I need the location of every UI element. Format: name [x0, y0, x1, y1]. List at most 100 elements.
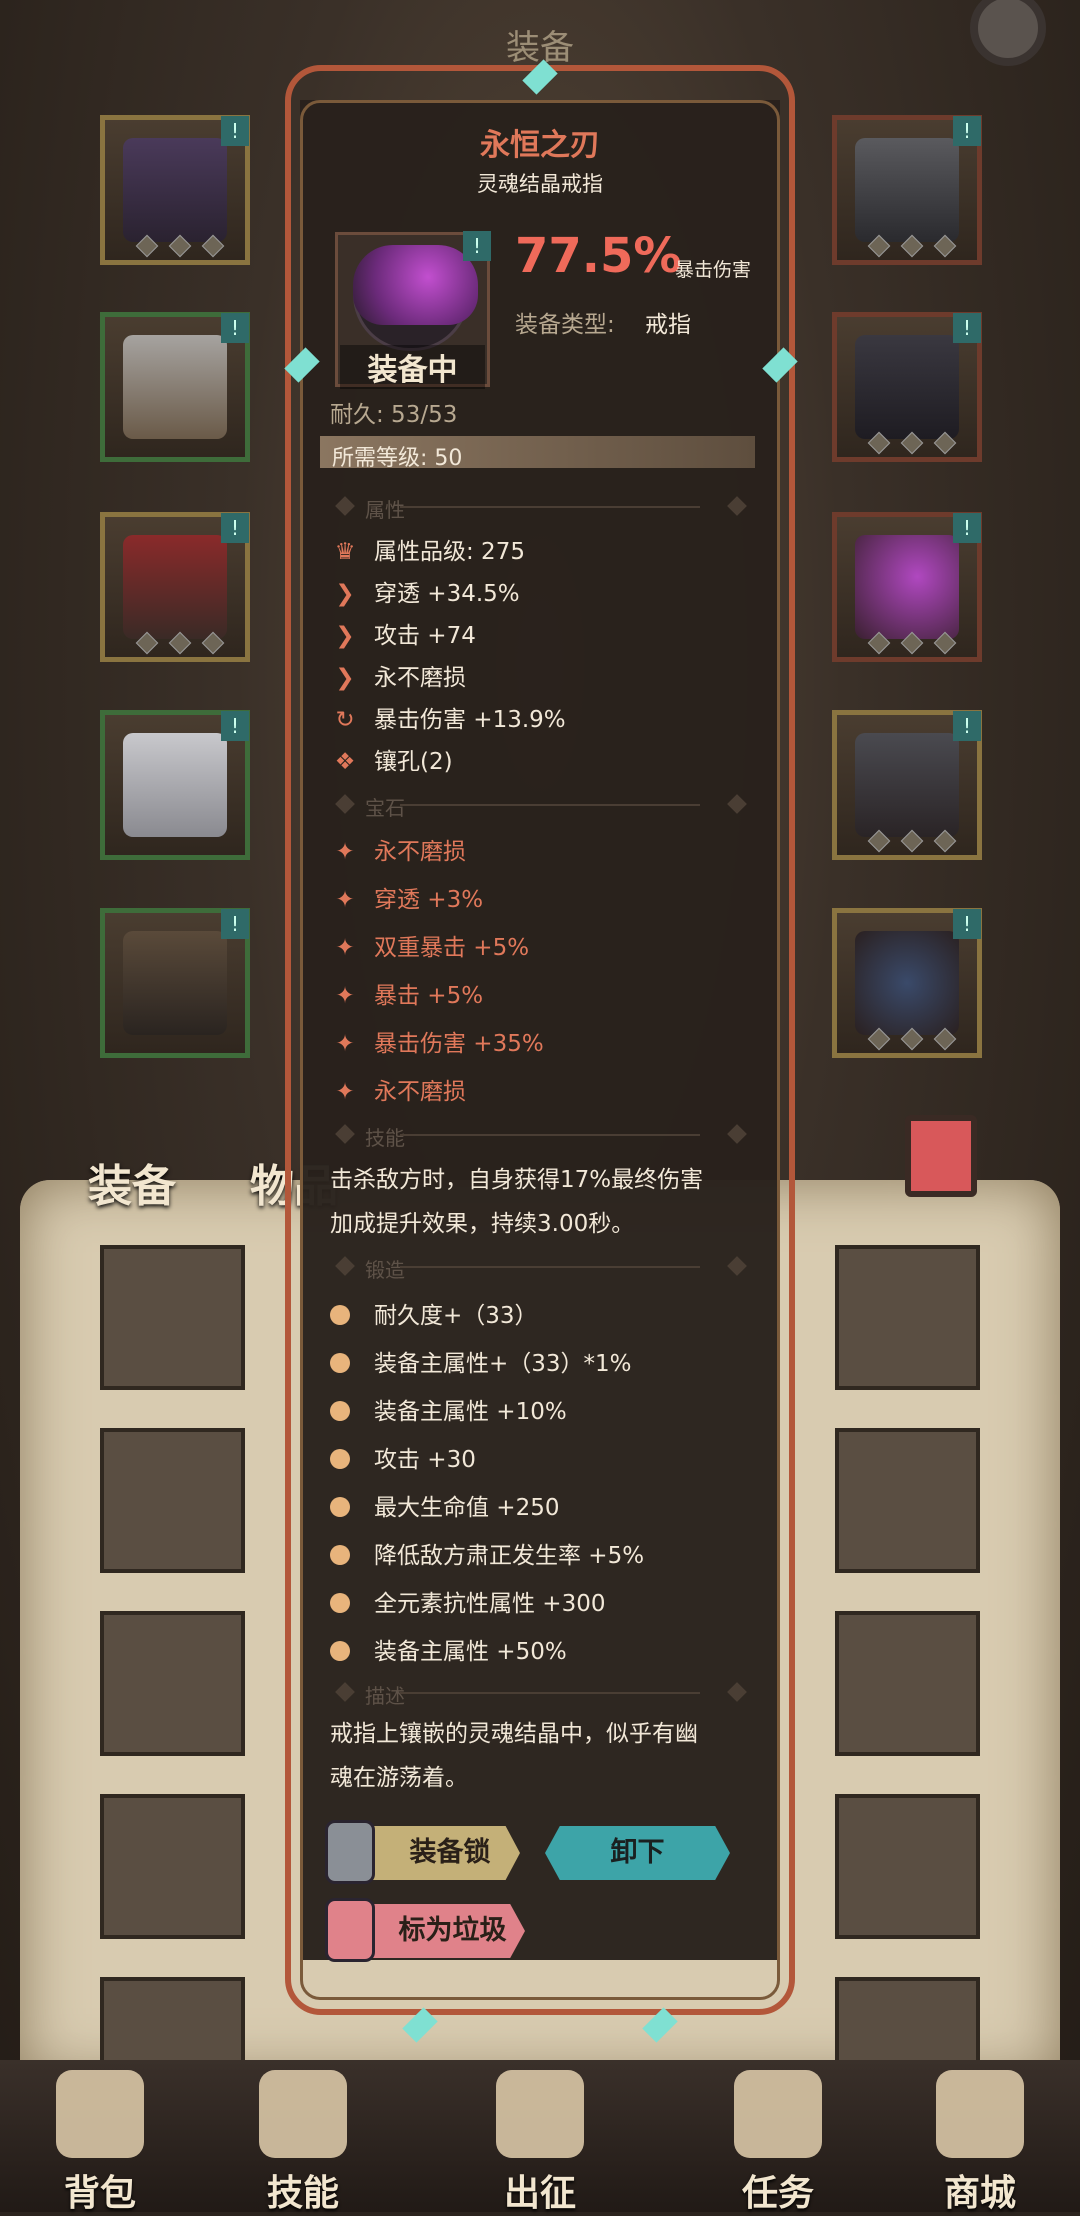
equip-slot-weapon[interactable]: ! [832, 710, 982, 860]
inventory-cell[interactable] [100, 1428, 245, 1573]
crown-icon: ♛ [334, 539, 356, 565]
forge-dot-icon [330, 1497, 350, 1517]
forge-dot-icon [330, 1545, 350, 1565]
junk-icon [325, 1898, 375, 1962]
trash-icon[interactable] [905, 1115, 977, 1197]
forge-row: 装备主属性 +10% [330, 1392, 770, 1426]
inventory-cell[interactable] [835, 1428, 980, 1573]
attribute-row: ❯ 攻击 +74 [330, 616, 770, 650]
expedition-icon [496, 2070, 584, 2158]
equip-slot-necklace[interactable]: ! [832, 115, 982, 265]
equipped-label: 装备中 [340, 345, 485, 389]
slot-badge: ! [221, 711, 249, 741]
inventory-cell[interactable] [100, 1794, 245, 1939]
attribute-row: ❖ 镶孔(2) [330, 742, 770, 776]
slot-badge: ! [221, 313, 249, 343]
slot-badge: ! [953, 116, 981, 146]
gem-row: ✦ 暴击伤害 +35% [330, 1024, 770, 1058]
gem-star-icon: ✦ [335, 839, 355, 865]
forge-dot-icon [330, 1305, 350, 1325]
gem-star-icon: ✦ [335, 887, 355, 913]
skill-book-icon [259, 2070, 347, 2158]
slot-badge: ! [221, 116, 249, 146]
unequip-button[interactable]: 卸下 [545, 1826, 730, 1880]
slot-badge: ! [953, 909, 981, 939]
slot-badge: ! [221, 513, 249, 543]
gem-row: ✦ 永不磨损 [330, 1072, 770, 1106]
forge-row: 降低敌方肃正发生率 +5% [330, 1536, 770, 1570]
nav-shop[interactable]: 商城 [905, 2060, 1055, 2214]
description-text: 戒指上镶嵌的灵魂结晶中，似乎有幽 魂在游荡着。 [330, 1721, 698, 1791]
equip-slot-shield[interactable]: ! [832, 908, 982, 1058]
inventory-cell[interactable] [100, 1245, 245, 1390]
forge-row: 最大生命值 +250 [330, 1488, 770, 1522]
lock-icon [325, 1820, 375, 1884]
item-name: 永恒之刃 [480, 128, 600, 163]
durability: 耐久: 53/53 [330, 402, 458, 428]
forge-dot-icon [330, 1401, 350, 1421]
gem-star-icon: ✦ [335, 1031, 355, 1057]
gem-star-icon: ✦ [335, 1079, 355, 1105]
gem-star-icon: ✦ [335, 935, 355, 961]
nav-backpack[interactable]: 背包 [25, 2060, 175, 2214]
inventory-cell[interactable] [835, 1794, 980, 1939]
attribute-row: ♛ 属性品级: 275 [330, 532, 770, 566]
forge-dot-icon [330, 1641, 350, 1661]
forge-dot-icon [330, 1593, 350, 1613]
nav-quest[interactable]: 任务 [703, 2060, 853, 2214]
attribute-row: ↻ 暴击伤害 +13.9% [330, 700, 770, 734]
equip-slot-pants[interactable]: ! [100, 710, 250, 860]
slot-badge: ! [953, 313, 981, 343]
attack-icon: ❯ [335, 623, 355, 649]
equip-slot-helmet[interactable]: ! [100, 115, 250, 265]
gem-row: ✦ 永不磨损 [330, 832, 770, 866]
penetration-icon: ❯ [335, 581, 355, 607]
main-stat-value: 77.5% [515, 228, 682, 284]
slot-badge: ! [953, 513, 981, 543]
forge-row: 装备主属性 +50% [330, 1632, 770, 1666]
bottom-nav: 背包 技能 出征 任务 商城 [0, 2060, 1080, 2214]
socket-icon: ❖ [334, 749, 356, 775]
forge-dot-icon [330, 1353, 350, 1373]
nav-expedition[interactable]: 出征 [465, 2060, 615, 2214]
crit-damage-icon: ↻ [335, 707, 355, 733]
inventory-cell[interactable] [835, 1611, 980, 1756]
equip-type-value: 戒指 [645, 312, 691, 338]
inventory-cell[interactable] [100, 1611, 245, 1756]
skill-text: 击杀敌方时，自身获得17%最终伤害 加成提升效果，持续3.00秒。 [330, 1167, 704, 1237]
equip-slot-gloves[interactable]: ! [100, 512, 250, 662]
gem-star-icon: ✦ [335, 983, 355, 1009]
nav-skill[interactable]: 技能 [228, 2060, 378, 2214]
slot-badge: ! [221, 909, 249, 939]
equip-slot-ring-1[interactable]: ! [832, 312, 982, 462]
item-subtitle: 灵魂结晶戒指 [477, 172, 603, 196]
section-skill: 技能 [330, 1120, 760, 1150]
indestructible-icon: ❯ [335, 665, 355, 691]
section-attributes: 属性 [330, 492, 760, 522]
equip-type-label: 装备类型: [515, 312, 615, 338]
quest-icon [734, 2070, 822, 2158]
section-description: 描述 [330, 1678, 760, 1708]
required-level: 所需等级: 50 [332, 446, 463, 471]
forge-row: 全元素抗性属性 +300 [330, 1584, 770, 1618]
gem-row: ✦ 暴击 +5% [330, 976, 770, 1010]
slot-badge: ! [953, 711, 981, 741]
forge-row: 攻击 +30 [330, 1440, 770, 1474]
attribute-row: ❯ 永不磨损 [330, 658, 770, 692]
gem-row: ✦ 双重暴击 +5% [330, 928, 770, 962]
tab-equipment[interactable]: 装备 [88, 1150, 176, 1214]
item-badge: ! [463, 231, 491, 261]
equip-slot-ring-2[interactable]: ! [832, 512, 982, 662]
backpack-icon [56, 2070, 144, 2158]
attribute-row: ❯ 穿透 +34.5% [330, 574, 770, 608]
equip-slot-armor[interactable]: ! [100, 312, 250, 462]
shop-icon [936, 2070, 1024, 2158]
section-forge: 锻造 [330, 1252, 760, 1282]
equip-slot-boots[interactable]: ! [100, 908, 250, 1058]
forge-row: 耐久度+（33） [330, 1296, 770, 1330]
inventory-cell[interactable] [835, 1245, 980, 1390]
section-gems: 宝石 [330, 790, 760, 820]
gem-row: ✦ 穿透 +3% [330, 880, 770, 914]
main-stat-label: 暴击伤害 [675, 259, 752, 281]
forge-dot-icon [330, 1449, 350, 1469]
